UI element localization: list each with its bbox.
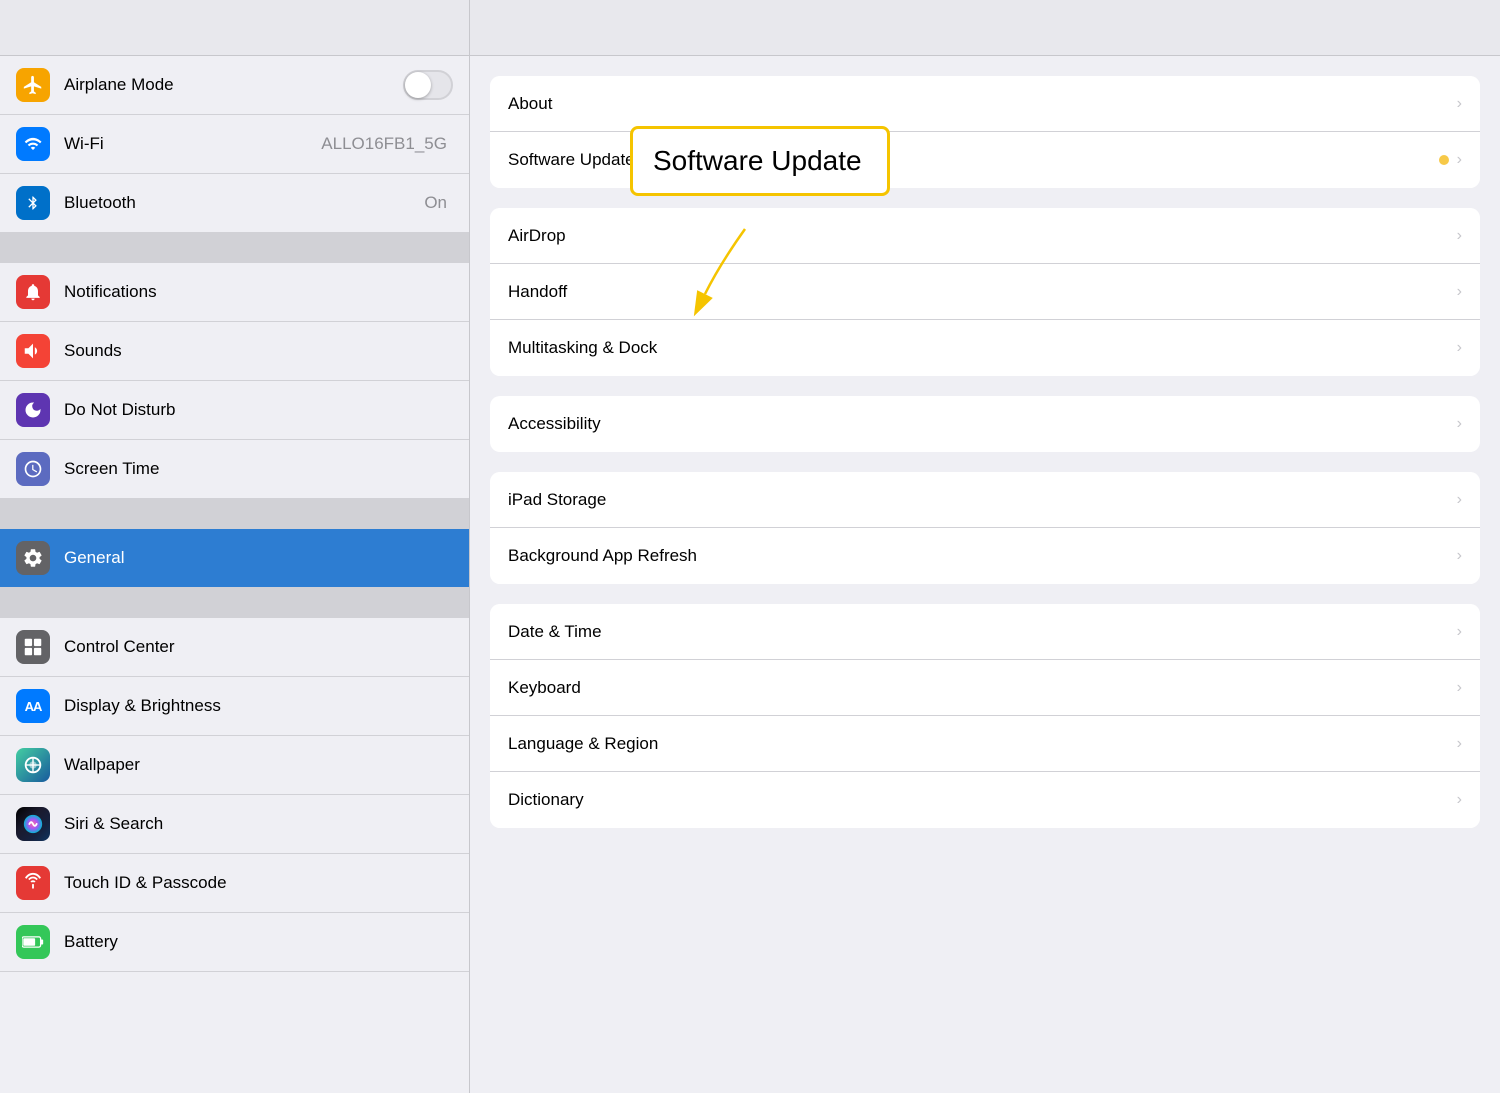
right-panel: About›Software Update›AirDrop›Handoff›Mu… xyxy=(470,0,1500,1093)
sidebar-item-airplane-mode[interactable]: Airplane Mode xyxy=(0,56,469,115)
wifi-icon xyxy=(16,127,50,161)
sidebar-item-siri[interactable]: Siri & Search xyxy=(0,795,469,854)
touch-id-icon xyxy=(16,866,50,900)
dictionary-label: Dictionary xyxy=(508,790,1449,810)
software-update-callout: Software Update xyxy=(630,126,890,196)
do-not-disturb-label: Do Not Disturb xyxy=(64,400,453,420)
settings-group-group3: Accessibility › xyxy=(490,396,1480,452)
wifi-label: Wi-Fi xyxy=(64,134,321,154)
date-time-label: Date & Time xyxy=(508,622,1449,642)
sidebar-item-wallpaper[interactable]: Wallpaper xyxy=(0,736,469,795)
accessibility-chevron: › xyxy=(1457,415,1462,433)
right-panel-content: About›Software Update›AirDrop›Handoff›Mu… xyxy=(470,76,1500,828)
callout-arrow-svg xyxy=(700,224,800,304)
display-icon: AA xyxy=(16,689,50,723)
sidebar-item-wifi[interactable]: Wi-FiALLO16FB1_5G xyxy=(0,115,469,174)
language-region-label: Language & Region xyxy=(508,734,1449,754)
airplane-mode-icon xyxy=(16,68,50,102)
screen-time-icon xyxy=(16,452,50,486)
airdrop-chevron: › xyxy=(1457,227,1462,245)
sidebar: Airplane ModeWi-FiALLO16FB1_5GBluetoothO… xyxy=(0,0,470,1093)
bluetooth-label: Bluetooth xyxy=(64,193,424,213)
general-icon xyxy=(16,541,50,575)
sidebar-item-bluetooth[interactable]: BluetoothOn xyxy=(0,174,469,233)
wifi-value: ALLO16FB1_5G xyxy=(321,134,447,154)
screen-time-label: Screen Time xyxy=(64,459,453,479)
sidebar-item-sounds[interactable]: Sounds xyxy=(0,322,469,381)
handoff-label: Handoff xyxy=(508,282,1449,302)
about-chevron: › xyxy=(1457,95,1462,113)
settings-row-language-region[interactable]: Language & Region › xyxy=(490,716,1480,772)
sidebar-item-do-not-disturb[interactable]: Do Not Disturb xyxy=(0,381,469,440)
keyboard-label: Keyboard xyxy=(508,678,1449,698)
software-update-chevron: › xyxy=(1457,151,1462,169)
settings-row-multitasking[interactable]: Multitasking & Dock › xyxy=(490,320,1480,376)
sidebar-item-general[interactable]: General xyxy=(0,529,469,588)
general-label: General xyxy=(64,548,453,568)
airplane-mode-label: Airplane Mode xyxy=(64,75,403,95)
notifications-icon xyxy=(16,275,50,309)
sidebar-item-battery[interactable]: Battery xyxy=(0,913,469,972)
keyboard-chevron: › xyxy=(1457,679,1462,697)
callout-arrow xyxy=(700,224,800,309)
airplane-mode-toggle[interactable] xyxy=(403,70,453,100)
settings-row-ipad-storage[interactable]: iPad Storage › xyxy=(490,472,1480,528)
settings-row-keyboard[interactable]: Keyboard › xyxy=(490,660,1480,716)
wallpaper-label: Wallpaper xyxy=(64,755,453,775)
settings-row-background-refresh[interactable]: Background App Refresh › xyxy=(490,528,1480,584)
touch-id-label: Touch ID & Passcode xyxy=(64,873,453,893)
callout-title: Software Update xyxy=(653,145,862,176)
sidebar-item-display[interactable]: AA Display & Brightness xyxy=(0,677,469,736)
settings-group-group2: AirDrop › Handoff › Multitasking & Dock › xyxy=(490,208,1480,376)
multitasking-label: Multitasking & Dock xyxy=(508,338,1449,358)
background-refresh-label: Background App Refresh xyxy=(508,546,1449,566)
sidebar-spacer xyxy=(0,499,469,529)
sidebar-item-control-center[interactable]: Control Center xyxy=(0,618,469,677)
sidebar-item-notifications[interactable]: Notifications xyxy=(0,263,469,322)
settings-row-handoff[interactable]: Handoff › xyxy=(490,264,1480,320)
do-not-disturb-icon xyxy=(16,393,50,427)
settings-row-date-time[interactable]: Date & Time › xyxy=(490,604,1480,660)
ipad-storage-chevron: › xyxy=(1457,491,1462,509)
background-refresh-chevron: › xyxy=(1457,547,1462,565)
ipad-storage-label: iPad Storage xyxy=(508,490,1449,510)
settings-group-group4: iPad Storage › Background App Refresh › xyxy=(490,472,1480,584)
dictionary-chevron: › xyxy=(1457,791,1462,809)
multitasking-chevron: › xyxy=(1457,339,1462,357)
airdrop-label: AirDrop xyxy=(508,226,1449,246)
bluetooth-icon xyxy=(16,186,50,220)
sidebar-spacer xyxy=(0,233,469,263)
settings-group-group5: Date & Time›Keyboard›Language & Region›D… xyxy=(490,604,1480,828)
settings-row-accessibility[interactable]: Accessibility › xyxy=(490,396,1480,452)
handoff-chevron: › xyxy=(1457,283,1462,301)
control-center-label: Control Center xyxy=(64,637,453,657)
battery-icon xyxy=(16,925,50,959)
bluetooth-value: On xyxy=(424,193,447,213)
battery-label: Battery xyxy=(64,932,453,952)
siri-icon xyxy=(16,807,50,841)
accessibility-label: Accessibility xyxy=(508,414,1449,434)
sidebar-item-touch-id[interactable]: Touch ID & Passcode xyxy=(0,854,469,913)
settings-row-about[interactable]: About › xyxy=(490,76,1480,132)
settings-row-airdrop[interactable]: AirDrop › xyxy=(490,208,1480,264)
control-center-icon xyxy=(16,630,50,664)
language-region-chevron: › xyxy=(1457,735,1462,753)
software-update-notification-dot xyxy=(1439,155,1449,165)
sidebar-items: Airplane ModeWi-FiALLO16FB1_5GBluetoothO… xyxy=(0,56,469,972)
settings-row-dictionary[interactable]: Dictionary › xyxy=(490,772,1480,828)
sounds-icon xyxy=(16,334,50,368)
sidebar-spacer xyxy=(0,588,469,618)
sidebar-item-screen-time[interactable]: Screen Time xyxy=(0,440,469,499)
about-label: About xyxy=(508,94,1449,114)
notifications-label: Notifications xyxy=(64,282,453,302)
date-time-chevron: › xyxy=(1457,623,1462,641)
display-label: Display & Brightness xyxy=(64,696,453,716)
wallpaper-icon xyxy=(16,748,50,782)
siri-label: Siri & Search xyxy=(64,814,453,834)
sounds-label: Sounds xyxy=(64,341,453,361)
